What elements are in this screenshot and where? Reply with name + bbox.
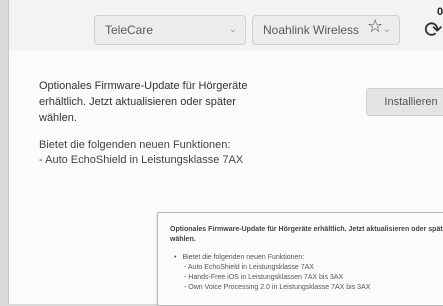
message-line-3: wählen. bbox=[39, 112, 77, 124]
tooltip-item: - Own Voice Processing 2.0 in Leistungsk… bbox=[184, 284, 371, 291]
app-select[interactable]: TeleCare ⌄ bbox=[94, 15, 246, 45]
message-line-1: Optionales Firmware-Update für Hörgeräte bbox=[39, 80, 248, 92]
tooltip-list: • Bietet die folgenden neuen Funktionen:… bbox=[174, 253, 370, 293]
device-select-value: Noahlink Wireless bbox=[263, 23, 360, 37]
update-message: Optionales Firmware-Update für Hörgeräte… bbox=[39, 78, 289, 126]
bullet-icon: • bbox=[174, 254, 177, 261]
message-line-2: erhältlich. Jetzt aktualisieren oder spä… bbox=[39, 96, 236, 108]
chevron-down-icon: ⌄ bbox=[228, 24, 237, 35]
notification-badge: 0 bbox=[437, 6, 443, 18]
toolbar: TeleCare ⌄ Noahlink Wireless ⌄ ☆ ⟳ 0 bbox=[9, 0, 443, 51]
features-block: Bietet die folgenden neuen Funktionen: -… bbox=[39, 138, 299, 168]
tooltip: Optionales Firmware-Update für Hörgeräte… bbox=[157, 212, 443, 306]
tooltip-intro: Bietet die folgenden neuen Funktionen: bbox=[182, 254, 305, 261]
feature-item: - Auto EchoShield in Leistungsklasse 7AX bbox=[39, 154, 244, 166]
app-select-value: TeleCare bbox=[105, 23, 154, 37]
app-window: TeleCare ⌄ Noahlink Wireless ⌄ ☆ ⟳ 0 Opt… bbox=[8, 0, 443, 306]
features-intro: Bietet die folgenden neuen Funktionen: bbox=[39, 139, 231, 151]
refresh-icon[interactable]: ⟳ bbox=[424, 17, 442, 43]
tooltip-item: - Hands-Free iOS in Leistungsklassen 7AX… bbox=[184, 274, 344, 281]
star-icon[interactable]: ☆ bbox=[367, 16, 383, 37]
install-button[interactable]: Installieren bbox=[366, 88, 443, 116]
tooltip-item: - Auto EchoShield in Leistungsklasse 7AX bbox=[184, 264, 314, 271]
tooltip-title: Optionales Firmware-Update für Hörgeräte… bbox=[170, 226, 443, 243]
chevron-down-icon: ⌄ bbox=[382, 24, 391, 35]
